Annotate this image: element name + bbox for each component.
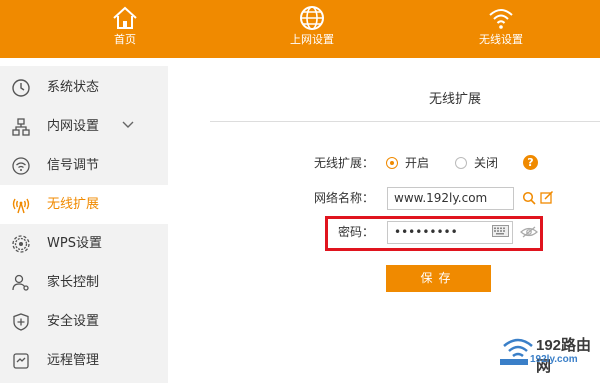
sidebar-item-system-status[interactable]: 系统状态 [0,68,168,107]
search-icon[interactable] [522,191,536,205]
remote-icon [13,353,29,369]
radio-extend-on-label: 开启 [405,156,430,170]
title-divider [210,121,600,122]
sidebar-item-label: 远程管理 [47,353,100,368]
password-label: 密码： [338,225,375,239]
top-navigation-bar: 首页 上网设置 无线设置 [0,0,600,58]
sidebar-item-wps-settings[interactable]: WPS设置 [0,224,168,263]
keyboard-icon[interactable] [492,225,509,237]
nav-wireless-settings[interactable]: 无线设置 [465,0,537,58]
sidebar-item-label: 系统状态 [47,80,100,95]
nav-internet-settings-label: 上网设置 [290,33,334,46]
help-icon[interactable]: ? [523,155,538,170]
shield-icon [13,313,29,331]
parent-user-icon [12,274,29,291]
sidebar-item-label: 无线扩展 [47,197,100,212]
sidebar-item-label: 家长控制 [47,275,100,290]
sidebar-item-lan-settings[interactable]: 内网设置 [0,107,168,146]
page-title: 无线扩展 [428,92,481,107]
nav-wireless-settings-label: 无线设置 [479,33,523,46]
nav-home[interactable]: 首页 [95,0,155,58]
globe-icon [300,6,324,30]
wps-gear-icon [12,235,30,253]
signal-icon [12,157,30,175]
ssid-label: 网络名称： [314,191,375,205]
ssid-input[interactable]: www.192ly.com [387,187,514,210]
home-icon [113,6,137,29]
sidebar: 系统状态 内网设置 信号调节 无线扩展 WPS设置 家长控制 安全设置 远程管理 [0,66,168,383]
clock-icon [12,79,30,97]
radio-extend-off[interactable] [455,157,467,169]
sidebar-item-parental-control[interactable]: 家长控制 [0,263,168,302]
eye-hidden-icon[interactable] [520,226,538,238]
sidebar-item-label: 信号调节 [47,158,100,173]
wifi-icon [489,9,513,29]
sidebar-item-signal-adjust[interactable]: 信号调节 [0,146,168,185]
nav-internet-settings[interactable]: 上网设置 [276,0,348,58]
nav-home-label: 首页 [114,33,136,46]
wireless-extend-label: 无线扩展： [314,156,375,170]
chevron-down-icon[interactable] [122,120,134,130]
sidebar-item-label: 安全设置 [47,314,100,329]
radio-extend-off-label: 关闭 [474,156,499,170]
sidebar-item-label: WPS设置 [47,236,102,251]
wireless-extend-icon [12,198,30,214]
sidebar-item-remote-management[interactable]: 远程管理 [0,341,168,380]
watermark-url: 192ly.com [530,354,578,365]
save-button[interactable]: 保存 [386,265,491,292]
radio-extend-on[interactable] [386,157,398,169]
sidebar-item-label: 内网设置 [47,119,100,134]
edit-icon[interactable] [540,190,554,204]
sidebar-item-security-settings[interactable]: 安全设置 [0,302,168,341]
network-icon [12,118,30,136]
sidebar-item-wireless-extend[interactable]: 无线扩展 [0,185,168,224]
